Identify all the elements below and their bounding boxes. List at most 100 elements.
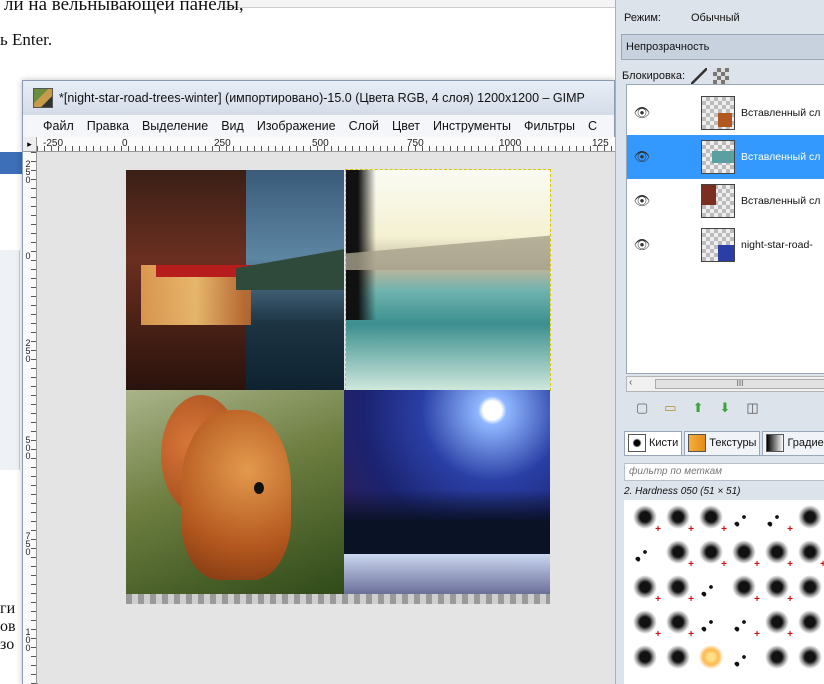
scroll-thumb[interactable]: III — [655, 379, 824, 389]
brush-swatch[interactable] — [696, 572, 726, 602]
brush-swatch[interactable] — [795, 607, 824, 637]
layer-name[interactable]: night-star-road- — [741, 239, 813, 251]
brush-icon — [628, 434, 646, 452]
brush-swatch[interactable]: + — [630, 572, 661, 605]
scroll-left-icon[interactable]: ‹ — [629, 377, 632, 388]
brush-swatch[interactable]: + — [696, 502, 727, 535]
layer-name[interactable]: Вставленный сл — [741, 195, 820, 207]
mode-select[interactable]: Обычный — [691, 12, 740, 24]
brush-grid: + + + + + + + + + + + + + + + + + — [624, 500, 824, 684]
gradient-icon — [766, 434, 785, 452]
brush-swatch[interactable] — [630, 642, 660, 672]
document-fragment: ги — [0, 600, 16, 617]
brush-swatch[interactable]: + — [729, 572, 760, 605]
menu-more[interactable]: С — [588, 119, 597, 133]
eye-icon[interactable]: 👁 — [627, 105, 657, 121]
tab-label: Текстуры — [709, 437, 757, 449]
layer-row[interactable]: 👁 night-star-road- — [627, 223, 824, 267]
brush-swatch[interactable]: + — [630, 607, 661, 640]
layer-row-selected[interactable]: 👁 Вставленный сл — [627, 135, 824, 179]
brush-swatch[interactable] — [762, 642, 792, 672]
layers-dock: Режим: Обычный Непрозрачность Блокировка… — [615, 0, 824, 684]
layer-image-lake[interactable] — [345, 169, 551, 391]
layer-image-squirrel[interactable] — [126, 390, 344, 594]
document-text-line-1: ли на вельнывающей панелы, — [4, 0, 244, 15]
brush-swatch[interactable]: + — [663, 502, 694, 535]
new-group-icon[interactable]: ▭ — [664, 400, 676, 416]
brush-swatch[interactable]: + — [795, 537, 824, 570]
menu-filters[interactable]: Фильтры — [524, 119, 575, 133]
brush-swatch[interactable]: + — [762, 572, 793, 605]
brush-swatch[interactable]: + — [729, 607, 760, 640]
menu-color[interactable]: Цвет — [392, 119, 420, 133]
screen: ли на вельнывающей панелы, ь Enter. ги о… — [0, 0, 824, 684]
gimp-app-icon — [33, 88, 53, 108]
brush-swatch[interactable]: + — [762, 607, 793, 640]
mode-label: Режим: — [624, 12, 661, 24]
brush-swatch[interactable]: + — [762, 537, 793, 570]
tab-brushes[interactable]: Кисти — [624, 430, 683, 455]
layer-image-village[interactable] — [126, 170, 344, 390]
brush-swatch[interactable] — [630, 537, 660, 567]
layer-thumbnail — [701, 228, 735, 262]
image-detail — [346, 230, 550, 270]
window-title-bar[interactable]: *[night-star-road-trees-winter] (импорти… — [23, 81, 614, 115]
menu-layer[interactable]: Слой — [349, 119, 379, 133]
layer-row[interactable]: 👁 Вставленный сл — [627, 179, 824, 223]
vertical-ruler[interactable]: 2 5 0 0 2 5 0 5 0 0 7 5 0 1 0 0 — [23, 152, 37, 684]
brush-swatch[interactable]: + — [663, 572, 694, 605]
layer-row[interactable]: 👁 Вставленный сл — [627, 91, 824, 135]
tab-patterns[interactable]: Текстуры — [684, 430, 761, 455]
eye-icon[interactable]: 👁 — [627, 237, 657, 253]
menu-image[interactable]: Изображение — [257, 119, 336, 133]
brush-swatch[interactable]: + — [762, 502, 793, 535]
ruler-corner-button[interactable]: ▸ — [23, 137, 37, 152]
duplicate-layer-icon[interactable]: ◫ — [746, 400, 758, 416]
brush-swatch[interactable] — [696, 607, 726, 637]
window-title: *[night-star-road-trees-winter] (импорти… — [59, 91, 585, 105]
tab-gradients[interactable]: Градиен — [762, 430, 824, 455]
brush-swatch[interactable] — [729, 502, 759, 532]
raise-layer-icon[interactable]: ⬆ — [693, 400, 704, 416]
brush-swatch[interactable] — [795, 642, 824, 672]
layer-name[interactable]: Вставленный сл — [741, 107, 820, 119]
eye-icon[interactable]: 👁 — [627, 149, 657, 165]
brushes-tabs: Кисти Текстуры Градиен — [624, 430, 824, 456]
new-layer-icon[interactable]: ▢ — [636, 400, 648, 416]
document-side-panel — [0, 250, 20, 470]
document-fragment: зо — [0, 636, 15, 653]
lock-pixels-icon[interactable] — [691, 68, 708, 84]
lock-alpha-icon[interactable] — [713, 68, 730, 84]
menu-edit[interactable]: Правка — [87, 119, 129, 133]
opacity-slider[interactable]: Непрозрачность — [621, 34, 824, 60]
brush-swatch[interactable]: + — [630, 502, 661, 535]
lower-layer-icon[interactable]: ⬇ — [720, 400, 731, 416]
ruler-ticks — [37, 146, 616, 151]
brush-swatch[interactable] — [795, 572, 824, 602]
brush-swatch[interactable]: + — [663, 607, 694, 640]
tag-filter-input[interactable]: фильтр по меткам — [624, 463, 824, 481]
eye-icon[interactable]: 👁 — [627, 193, 657, 209]
layers-scrollbar[interactable]: ‹ III — [626, 376, 824, 392]
taskbar-tab[interactable] — [0, 152, 22, 174]
menu-tools[interactable]: Инструменты — [433, 119, 511, 133]
menu-select[interactable]: Выделение — [142, 119, 208, 133]
brush-swatch[interactable]: + — [696, 537, 727, 570]
brush-swatch[interactable]: + — [663, 537, 694, 570]
layer-thumbnail — [701, 96, 735, 130]
layer-toolbar: ▢ ▭ ⬆ ⬇ ◫ — [626, 398, 824, 418]
layer-image-night-road[interactable] — [344, 390, 550, 594]
horizontal-ruler[interactable]: -250 0 250 500 750 1000 125 — [37, 137, 616, 152]
brush-swatch[interactable] — [729, 642, 759, 672]
brush-swatch[interactable] — [696, 642, 726, 672]
brush-swatch[interactable]: + — [729, 537, 760, 570]
tab-label: Кисти — [649, 437, 679, 449]
selected-brush-name: 2. Hardness 050 (51 × 51) — [624, 486, 741, 497]
menu-view[interactable]: Вид — [221, 119, 244, 133]
layer-name[interactable]: Вставленный сл — [741, 151, 820, 163]
menu-file[interactable]: Файл — [43, 119, 74, 133]
image-detail — [181, 410, 291, 580]
brush-swatch[interactable] — [663, 642, 693, 672]
canvas-image[interactable] — [126, 169, 551, 594]
brush-swatch[interactable] — [795, 502, 824, 532]
